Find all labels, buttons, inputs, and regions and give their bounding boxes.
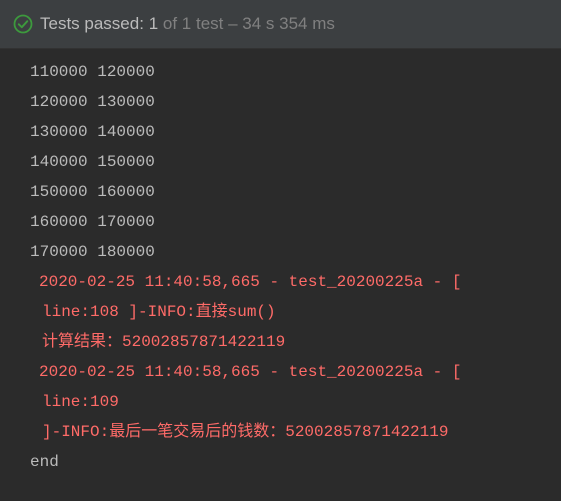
check-circle-icon: [13, 14, 33, 34]
console-line: ]-INFO:最后一笔交易后的钱数：52002857871422119: [42, 423, 449, 441]
console-line: 120000 130000: [30, 93, 155, 111]
console-line: line:109: [42, 393, 119, 411]
console-line: 170000 180000: [30, 243, 155, 261]
console-line: line:108 ]-INFO:直接sum(): [42, 303, 276, 321]
test-duration: – 34 s 354 ms: [228, 14, 335, 33]
console-line: 计算结果：52002857871422119: [42, 333, 286, 351]
console-line: 2020-02-25 11:40:58,665 - test_20200225a…: [39, 273, 462, 291]
console-line: 140000 150000: [30, 153, 155, 171]
console-line: end: [30, 453, 59, 471]
status-label: Tests passed:: [40, 14, 144, 33]
console-line: 150000 160000: [30, 183, 155, 201]
passed-count: 1: [148, 14, 159, 33]
console-line: 110000 120000: [30, 63, 155, 81]
console-line: 130000 140000: [30, 123, 155, 141]
test-runner-panel: Tests passed: 1 of 1 test – 34 s 354 ms …: [0, 0, 561, 501]
test-status-text: Tests passed: 1 of 1 test – 34 s 354 ms: [40, 14, 335, 34]
console-output[interactable]: 110000 120000 120000 130000 130000 140000 1…: [0, 50, 561, 501]
total-tests: of 1 test: [162, 14, 224, 33]
test-status-bar: Tests passed: 1 of 1 test – 34 s 354 ms: [0, 0, 561, 49]
console-line: 2020-02-25 11:40:58,665 - test_20200225a…: [39, 363, 462, 381]
console-line: 160000 170000: [30, 213, 155, 231]
